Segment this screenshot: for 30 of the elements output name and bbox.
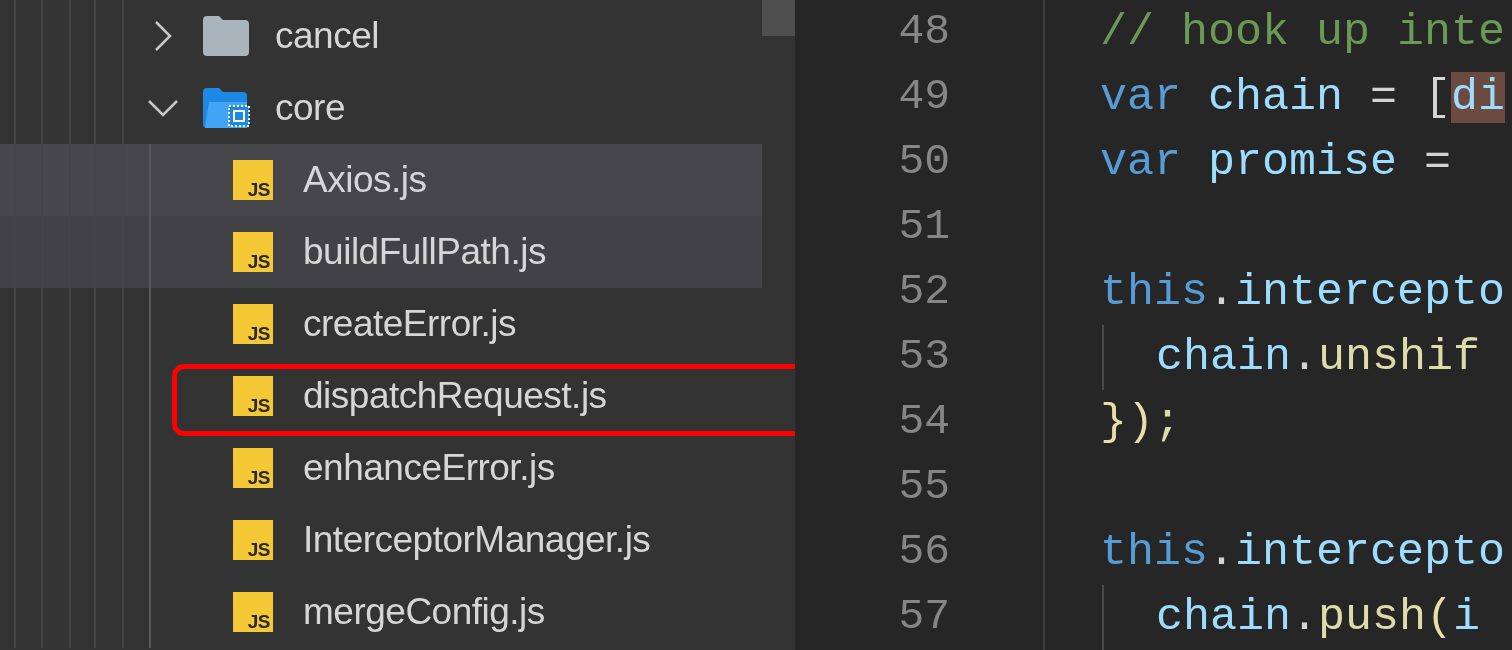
javascript-file-icon: JS xyxy=(233,448,273,488)
javascript-file-icon: JS xyxy=(233,232,273,272)
code-line: chain.unshif xyxy=(1156,330,1481,385)
line-number: 48 xyxy=(897,6,950,59)
line-number: 53 xyxy=(897,331,950,384)
line-number: 54 xyxy=(897,396,950,449)
line-number: 57 xyxy=(897,591,950,644)
javascript-file-icon: JS xyxy=(233,160,273,200)
code-line: }); xyxy=(1100,395,1182,450)
line-number: 49 xyxy=(897,71,950,124)
code-line: chain.push(i xyxy=(1156,590,1481,645)
scrollbar-thumb[interactable] xyxy=(762,0,795,36)
code-line: this.intercepto xyxy=(1100,265,1506,320)
file-tree-item[interactable]: JS Axios.js xyxy=(0,144,762,216)
javascript-file-icon: JS xyxy=(233,304,273,344)
line-number: 55 xyxy=(897,461,950,514)
file-tree-item[interactable]: JS buildFullPath.js xyxy=(0,216,762,288)
code-line: var promise = xyxy=(1100,135,1452,190)
line-number: 52 xyxy=(897,266,950,319)
line-number: 50 xyxy=(897,136,950,189)
folder-icon xyxy=(203,88,251,128)
line-number: 51 xyxy=(897,201,950,254)
line-number: 56 xyxy=(897,526,950,579)
javascript-file-icon: JS xyxy=(233,520,273,560)
folder-icon xyxy=(203,16,251,56)
code-line: var chain = [di xyxy=(1100,70,1506,125)
javascript-file-icon: JS xyxy=(233,376,273,416)
javascript-file-icon: JS xyxy=(233,592,273,632)
code-line: // hook up inte xyxy=(1100,5,1506,60)
code-line: this.intercepto xyxy=(1100,525,1506,580)
